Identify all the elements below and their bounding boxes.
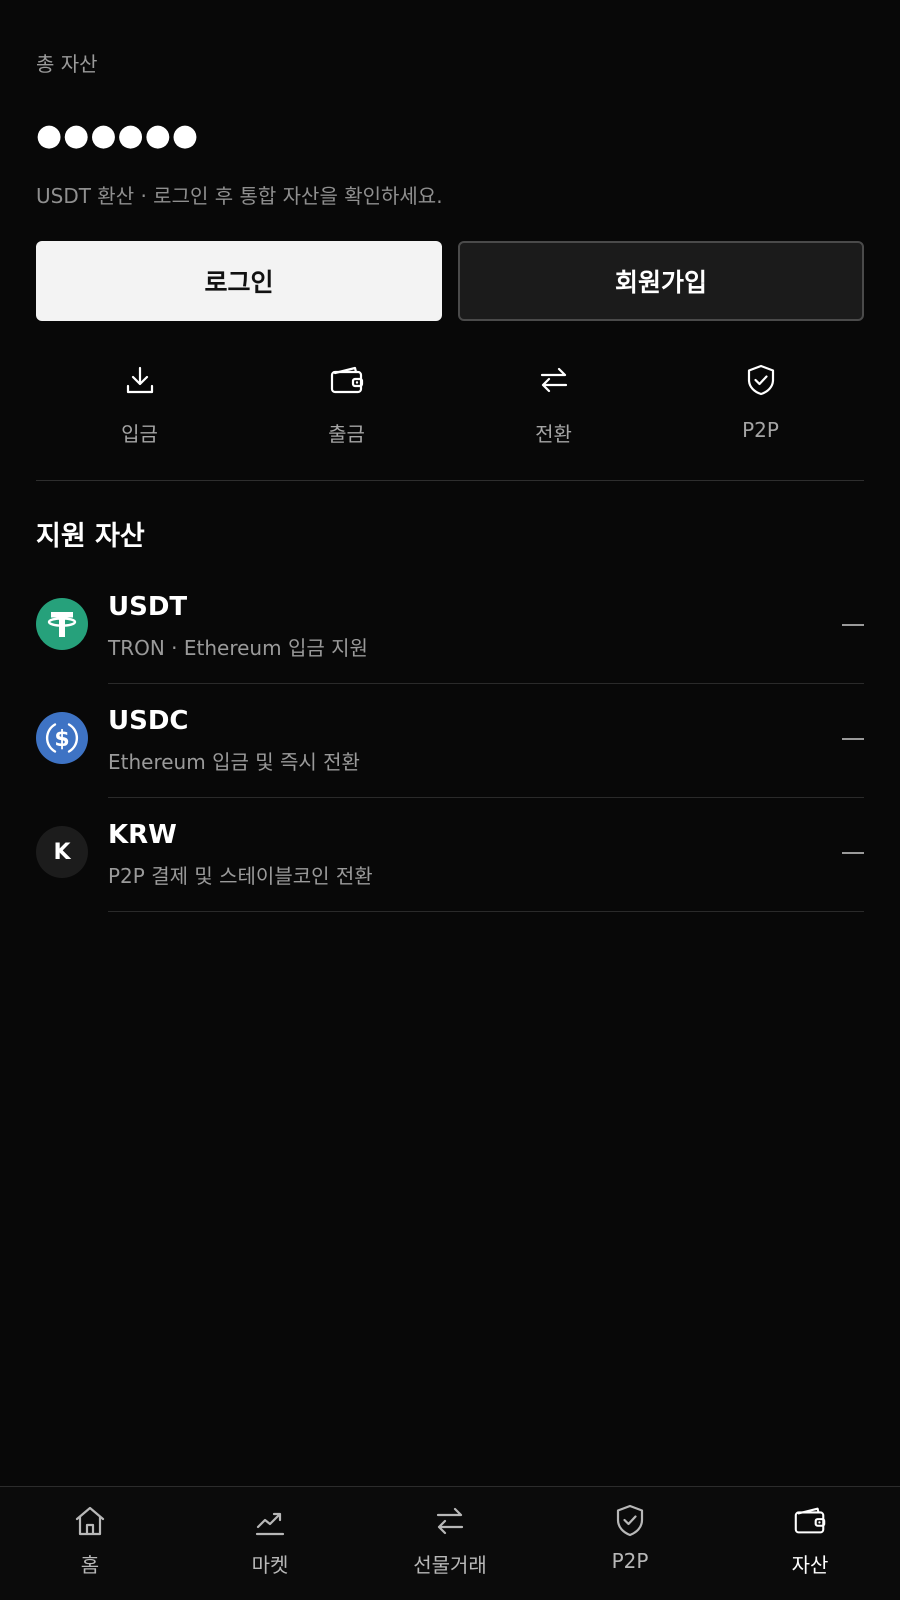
download-icon <box>120 360 160 400</box>
shield-check-icon <box>612 1503 648 1539</box>
asset-row-usdt[interactable]: USDT TRON · Ethereum 입금 지원 <box>0 570 900 684</box>
asset-row-usdc[interactable]: $ USDC Ethereum 입금 및 즉시 전환 <box>0 684 900 798</box>
nav-futures[interactable]: 선물거래 <box>360 1487 540 1600</box>
nav-assets[interactable]: 자산 <box>720 1487 900 1600</box>
supported-assets-title: 지원 자산 <box>36 521 145 552</box>
total-assets-label: 총 자산 <box>36 52 98 76</box>
assets-screen: 총 자산 ●●●●●● USDT 환산 · 로그인 후 통합 자산을 확인하세요… <box>0 0 900 1600</box>
convert-action[interactable]: 전환 <box>450 360 657 460</box>
row-divider <box>108 911 864 912</box>
quick-actions: 입금 출금 전환 P2P <box>36 360 864 460</box>
nav-market-label: 마켓 <box>251 1553 289 1577</box>
krw-logo-icon: K <box>36 826 88 878</box>
home-icon <box>72 1503 108 1539</box>
balance-note: USDT 환산 · 로그인 후 통합 자산을 확인하세요. <box>36 184 443 208</box>
login-button[interactable]: 로그인 <box>36 241 442 321</box>
asset-description: P2P 결제 및 스테이블코인 전환 <box>108 864 373 888</box>
withdraw-action[interactable]: 출금 <box>243 360 450 460</box>
nav-home[interactable]: 홈 <box>0 1487 180 1600</box>
nav-home-label: 홈 <box>80 1553 100 1577</box>
nav-p2p-label: P2P <box>611 1549 649 1573</box>
asset-symbol: USDC <box>108 706 189 736</box>
deposit-action[interactable]: 입금 <box>36 360 243 460</box>
asset-description: Ethereum 입금 및 즉시 전환 <box>108 750 360 774</box>
tether-logo-icon <box>36 598 88 650</box>
asset-description: TRON · Ethereum 입금 지원 <box>108 636 368 660</box>
wallet-icon <box>792 1503 828 1539</box>
masked-balance: ●●●●●● <box>36 118 200 153</box>
nav-assets-label: 자산 <box>791 1553 829 1577</box>
asset-value-placeholder <box>842 852 864 854</box>
nav-p2p[interactable]: P2P <box>540 1487 720 1600</box>
chart-icon <box>252 1503 288 1539</box>
convert-label: 전환 <box>535 422 572 446</box>
p2p-label: P2P <box>742 418 779 442</box>
asset-symbol: USDT <box>108 592 188 622</box>
asset-row-krw[interactable]: K KRW P2P 결제 및 스테이블코인 전환 <box>0 798 900 912</box>
p2p-action[interactable]: P2P <box>657 360 864 460</box>
asset-value-placeholder <box>842 738 864 740</box>
nav-market[interactable]: 마켓 <box>180 1487 360 1600</box>
deposit-label: 입금 <box>121 422 158 446</box>
section-divider <box>36 480 864 481</box>
svg-text:$: $ <box>54 727 69 752</box>
asset-list: USDT TRON · Ethereum 입금 지원 $ USDC Ethere… <box>0 570 900 912</box>
signup-button[interactable]: 회원가입 <box>458 241 864 321</box>
nav-futures-label: 선물거래 <box>413 1553 487 1577</box>
asset-value-placeholder <box>842 624 864 626</box>
usdc-logo-icon: $ <box>36 712 88 764</box>
shield-check-icon <box>741 360 781 400</box>
swap-icon <box>534 360 574 400</box>
asset-symbol: KRW <box>108 820 177 850</box>
krw-logo-letter: K <box>53 839 71 865</box>
withdraw-label: 출금 <box>328 422 365 446</box>
swap-icon <box>432 1503 468 1539</box>
bottom-navigation: 홈 마켓 선물거래 P2P 자산 <box>0 1486 900 1600</box>
wallet-icon <box>327 360 367 400</box>
